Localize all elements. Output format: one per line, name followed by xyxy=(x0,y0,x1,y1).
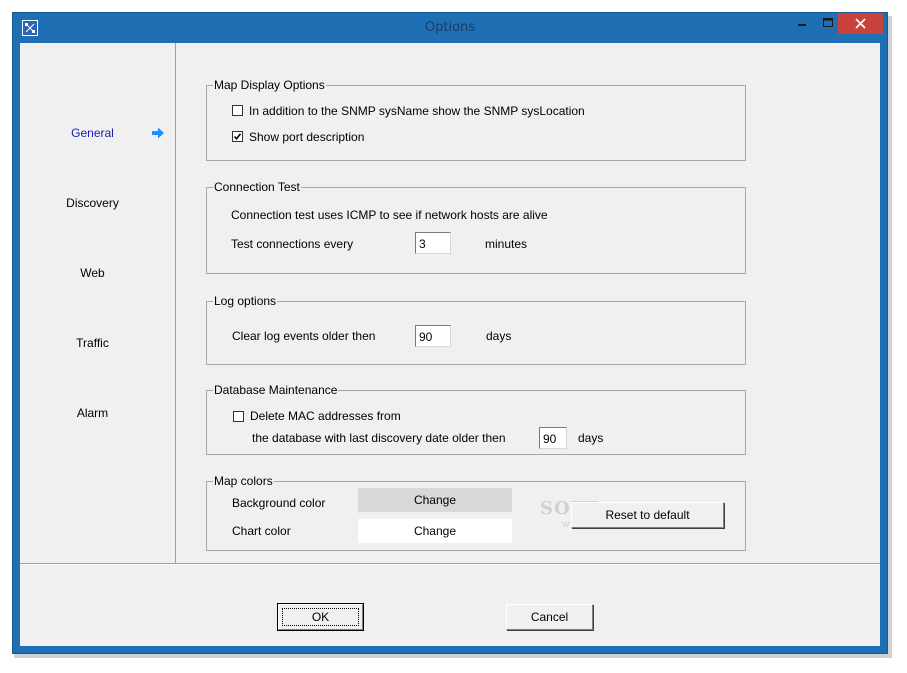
nav-item-traffic[interactable]: Traffic xyxy=(20,336,165,350)
connection-test-legend: Connection Test xyxy=(213,180,301,194)
mac-days-field[interactable]: 90 xyxy=(539,427,567,449)
delete-mac-checkbox[interactable] xyxy=(233,411,244,422)
delete-mac-label[interactable]: Delete MAC addresses from xyxy=(250,409,401,423)
log-options-legend: Log options xyxy=(213,294,278,308)
sys-location-checkbox[interactable] xyxy=(232,105,243,116)
nav-item-web[interactable]: Web xyxy=(20,266,165,280)
log-days-field[interactable]: 90 xyxy=(415,325,451,347)
chart-color-change-button[interactable]: Change xyxy=(358,519,512,543)
map-colors-legend: Map colors xyxy=(213,474,274,488)
log-options-group: Log options Clear log events older then … xyxy=(206,294,746,365)
arrow-right-icon xyxy=(151,126,165,143)
options-window: Options General Discovery Web Traffic Al… xyxy=(12,12,888,654)
reset-to-default-button[interactable]: Reset to default xyxy=(571,502,724,528)
log-days-unit-label: days xyxy=(486,329,512,343)
title-bar[interactable]: Options xyxy=(13,13,887,43)
database-maintenance-group: Database Maintenance Delete MAC addresse… xyxy=(206,383,746,455)
background-color-label: Background color xyxy=(232,496,326,510)
window-title: Options xyxy=(424,20,476,35)
database-maintenance-legend: Database Maintenance xyxy=(213,383,339,397)
map-display-legend: Map Display Options xyxy=(213,78,326,92)
minimize-button[interactable] xyxy=(789,13,815,34)
cancel-button[interactable]: Cancel xyxy=(506,604,593,630)
minutes-unit-label: minutes xyxy=(485,237,528,251)
clear-log-label: Clear log events older then xyxy=(232,329,376,343)
nav-item-discovery[interactable]: Discovery xyxy=(20,196,165,210)
chart-color-label: Chart color xyxy=(232,524,291,538)
close-button[interactable] xyxy=(838,13,883,34)
background-color-change-button[interactable]: Change xyxy=(358,488,512,512)
nav-item-general[interactable]: General xyxy=(20,126,165,140)
port-description-label[interactable]: Show port description xyxy=(249,130,364,144)
dialog-client: General Discovery Web Traffic Alarm Map … xyxy=(20,43,880,646)
port-description-checkbox[interactable] xyxy=(232,131,243,142)
category-nav: General Discovery Web Traffic Alarm xyxy=(20,43,176,563)
sys-location-label[interactable]: In addition to the SNMP sysName show the… xyxy=(249,104,585,118)
test-every-label: Test connections every xyxy=(231,237,354,251)
test-interval-field[interactable]: 3 xyxy=(415,232,451,254)
mac-days-unit-label: days xyxy=(578,431,604,445)
connection-test-info: Connection test uses ICMP to see if netw… xyxy=(231,208,548,222)
discovery-date-label: the database with last discovery date ol… xyxy=(252,431,506,445)
map-display-group: Map Display Options In addition to the S… xyxy=(206,78,746,161)
connection-test-group: Connection Test Connection test uses ICM… xyxy=(206,180,746,274)
ok-focus-rect xyxy=(282,608,359,626)
nav-item-alarm[interactable]: Alarm xyxy=(20,406,165,420)
ok-button[interactable]: OK xyxy=(277,603,364,631)
footer-separator xyxy=(20,563,880,565)
